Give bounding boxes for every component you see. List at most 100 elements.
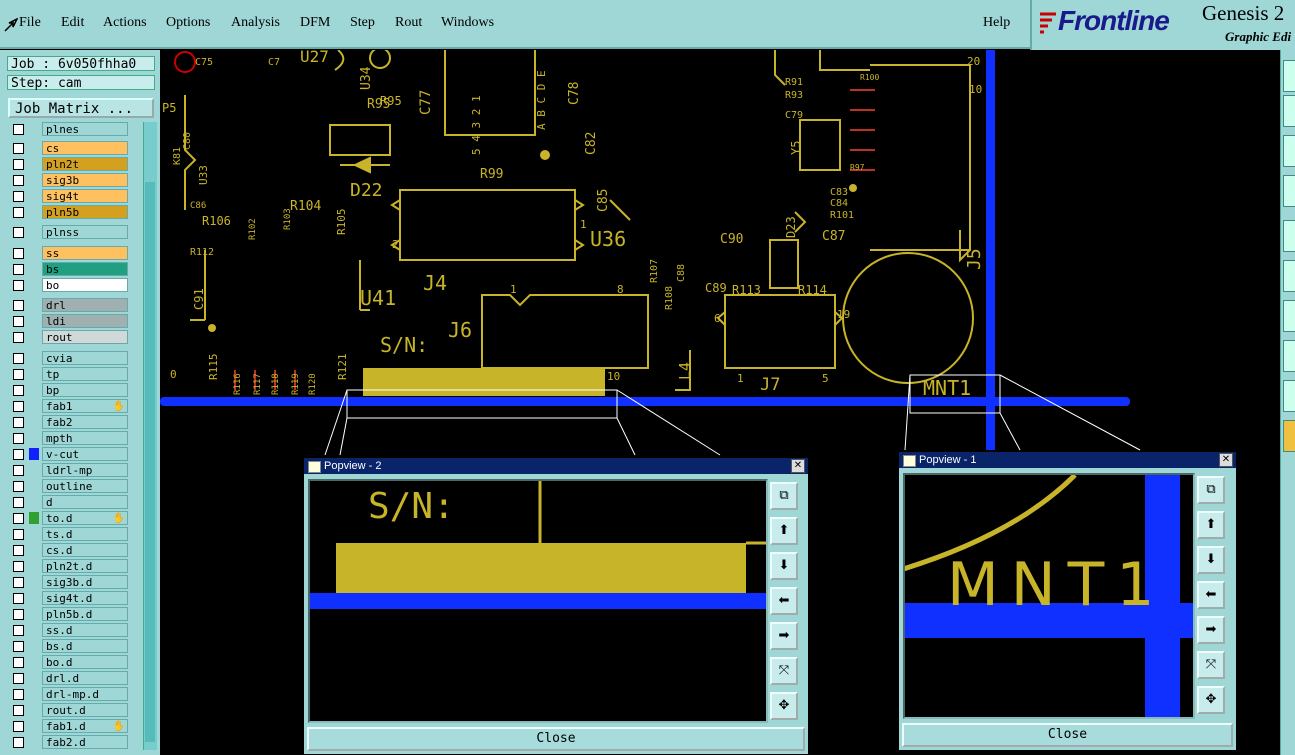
layer-row[interactable]: ts.d (8, 527, 128, 541)
layer-name[interactable]: pln2t.d (42, 559, 128, 573)
layer-name[interactable]: plnss (42, 225, 128, 239)
layer-checkbox[interactable] (13, 689, 24, 700)
layer-row[interactable]: drl.d (8, 671, 128, 685)
layer-checkbox[interactable] (13, 529, 24, 540)
menu-edit[interactable]: Edit (61, 15, 84, 31)
layer-row[interactable]: bs (8, 262, 128, 276)
popview-1-close-button[interactable]: Close (902, 723, 1233, 747)
layer-checkbox[interactable] (13, 227, 24, 238)
layer-row[interactable]: cvia (8, 351, 128, 365)
tool-button[interactable] (1283, 135, 1295, 167)
popview-2-titlebar[interactable]: Popview - 2 ✕ (304, 458, 808, 474)
layer-row[interactable]: sig3b.d (8, 575, 128, 589)
layer-name[interactable]: ts.d (42, 527, 128, 541)
layer-checkbox[interactable] (13, 300, 24, 311)
layer-row[interactable]: bo.d (8, 655, 128, 669)
zoom-out-icon[interactable]: ✥ (1197, 686, 1225, 714)
layer-checkbox[interactable] (13, 641, 24, 652)
tool-button[interactable] (1283, 340, 1295, 372)
zoom-in-icon[interactable]: ⤧ (770, 657, 798, 685)
layer-scrollbar[interactable] (143, 122, 157, 750)
layer-name[interactable]: sig4t.d (42, 591, 128, 605)
layer-row[interactable]: plnss (8, 225, 128, 239)
tool-button[interactable] (1283, 300, 1295, 332)
menu-options[interactable]: Options (166, 15, 210, 31)
layer-row[interactable]: plnes (8, 122, 128, 136)
zoom-in-icon[interactable]: ⤧ (1197, 651, 1225, 679)
layer-row[interactable]: fab1.d ✋ (8, 719, 128, 733)
layer-checkbox[interactable] (13, 561, 24, 572)
layer-name[interactable]: ldi (42, 314, 128, 328)
layer-row[interactable]: ldrl-mp (8, 463, 128, 477)
tool-button[interactable] (1283, 95, 1295, 127)
layer-name[interactable]: bs (42, 262, 128, 276)
layer-name[interactable]: to.d ✋ (42, 511, 128, 525)
layer-name[interactable]: sig4t (42, 189, 128, 203)
layer-name[interactable]: fab2 (42, 415, 128, 429)
zoom-out-icon[interactable]: ✥ (770, 692, 798, 720)
layer-name[interactable]: plnes (42, 122, 128, 136)
popview-1-titlebar[interactable]: Popview - 1 ✕ (899, 452, 1236, 468)
layer-checkbox[interactable] (13, 124, 24, 135)
layer-row[interactable]: bp (8, 383, 128, 397)
layer-row[interactable]: fab2 (8, 415, 128, 429)
layer-name[interactable]: cs (42, 141, 128, 155)
layer-row[interactable]: mpth (8, 431, 128, 445)
layer-row[interactable]: outline (8, 479, 128, 493)
layer-row[interactable]: fab1 ✋ (8, 399, 128, 413)
layer-name[interactable]: drl (42, 298, 128, 312)
layer-name[interactable]: pln5b.d (42, 607, 128, 621)
layer-checkbox[interactable] (13, 248, 24, 259)
layer-row[interactable]: ldi (8, 314, 128, 328)
layer-checkbox[interactable] (13, 264, 24, 275)
layer-row[interactable]: rout (8, 330, 128, 344)
layer-checkbox[interactable] (13, 705, 24, 716)
layer-checkbox[interactable] (13, 625, 24, 636)
layer-name[interactable]: bp (42, 383, 128, 397)
scroll-right-icon[interactable]: ➡ (770, 622, 798, 650)
layer-row[interactable]: to.d ✋ (8, 511, 128, 525)
layer-checkbox[interactable] (13, 280, 24, 291)
layer-checkbox[interactable] (13, 175, 24, 186)
layer-checkbox[interactable] (13, 433, 24, 444)
layer-row[interactable]: pln2t (8, 157, 128, 171)
layer-row[interactable]: drl (8, 298, 128, 312)
layer-row[interactable]: drl-mp.d (8, 687, 128, 701)
popview-1-view[interactable]: MNT1 (903, 473, 1195, 719)
tool-button[interactable] (1283, 420, 1295, 452)
scroll-up-icon[interactable]: ⬆ (1197, 511, 1225, 539)
layer-name[interactable]: mpth (42, 431, 128, 445)
layer-name[interactable]: outline (42, 479, 128, 493)
layer-row[interactable]: cs.d (8, 543, 128, 557)
tool-button[interactable] (1283, 260, 1295, 292)
scroll-up-icon[interactable]: ⬆ (770, 517, 798, 545)
layer-checkbox[interactable] (13, 191, 24, 202)
scroll-left-icon[interactable]: ⬅ (770, 587, 798, 615)
layer-checkbox[interactable] (13, 385, 24, 396)
layer-checkbox[interactable] (13, 577, 24, 588)
layer-name[interactable]: sig3b.d (42, 575, 128, 589)
layer-checkbox[interactable] (13, 481, 24, 492)
layer-checkbox[interactable] (13, 159, 24, 170)
layer-name[interactable]: cs.d (42, 543, 128, 557)
layer-row[interactable]: bs.d (8, 639, 128, 653)
layer-row[interactable]: v-cut (8, 447, 128, 461)
layer-checkbox[interactable] (13, 449, 24, 460)
layer-checkbox[interactable] (13, 332, 24, 343)
layer-row[interactable]: ss.d (8, 623, 128, 637)
tool-button[interactable] (1283, 220, 1295, 252)
layer-row[interactable]: cs (8, 141, 128, 155)
scroll-down-icon[interactable]: ⬇ (770, 552, 798, 580)
layer-checkbox[interactable] (13, 721, 24, 732)
layer-name[interactable]: fab2.d (42, 735, 128, 749)
layer-checkbox[interactable] (13, 207, 24, 218)
menu-dfm[interactable]: DFM (300, 15, 330, 31)
zoom-fit-icon[interactable]: ⧉ (770, 482, 798, 510)
layer-checkbox[interactable] (13, 497, 24, 508)
scroll-right-icon[interactable]: ➡ (1197, 616, 1225, 644)
layer-row[interactable]: bo (8, 278, 128, 292)
layer-checkbox[interactable] (13, 143, 24, 154)
tool-button[interactable] (1283, 60, 1295, 92)
menu-rout[interactable]: Rout (395, 15, 422, 31)
layer-name[interactable]: ss (42, 246, 128, 260)
